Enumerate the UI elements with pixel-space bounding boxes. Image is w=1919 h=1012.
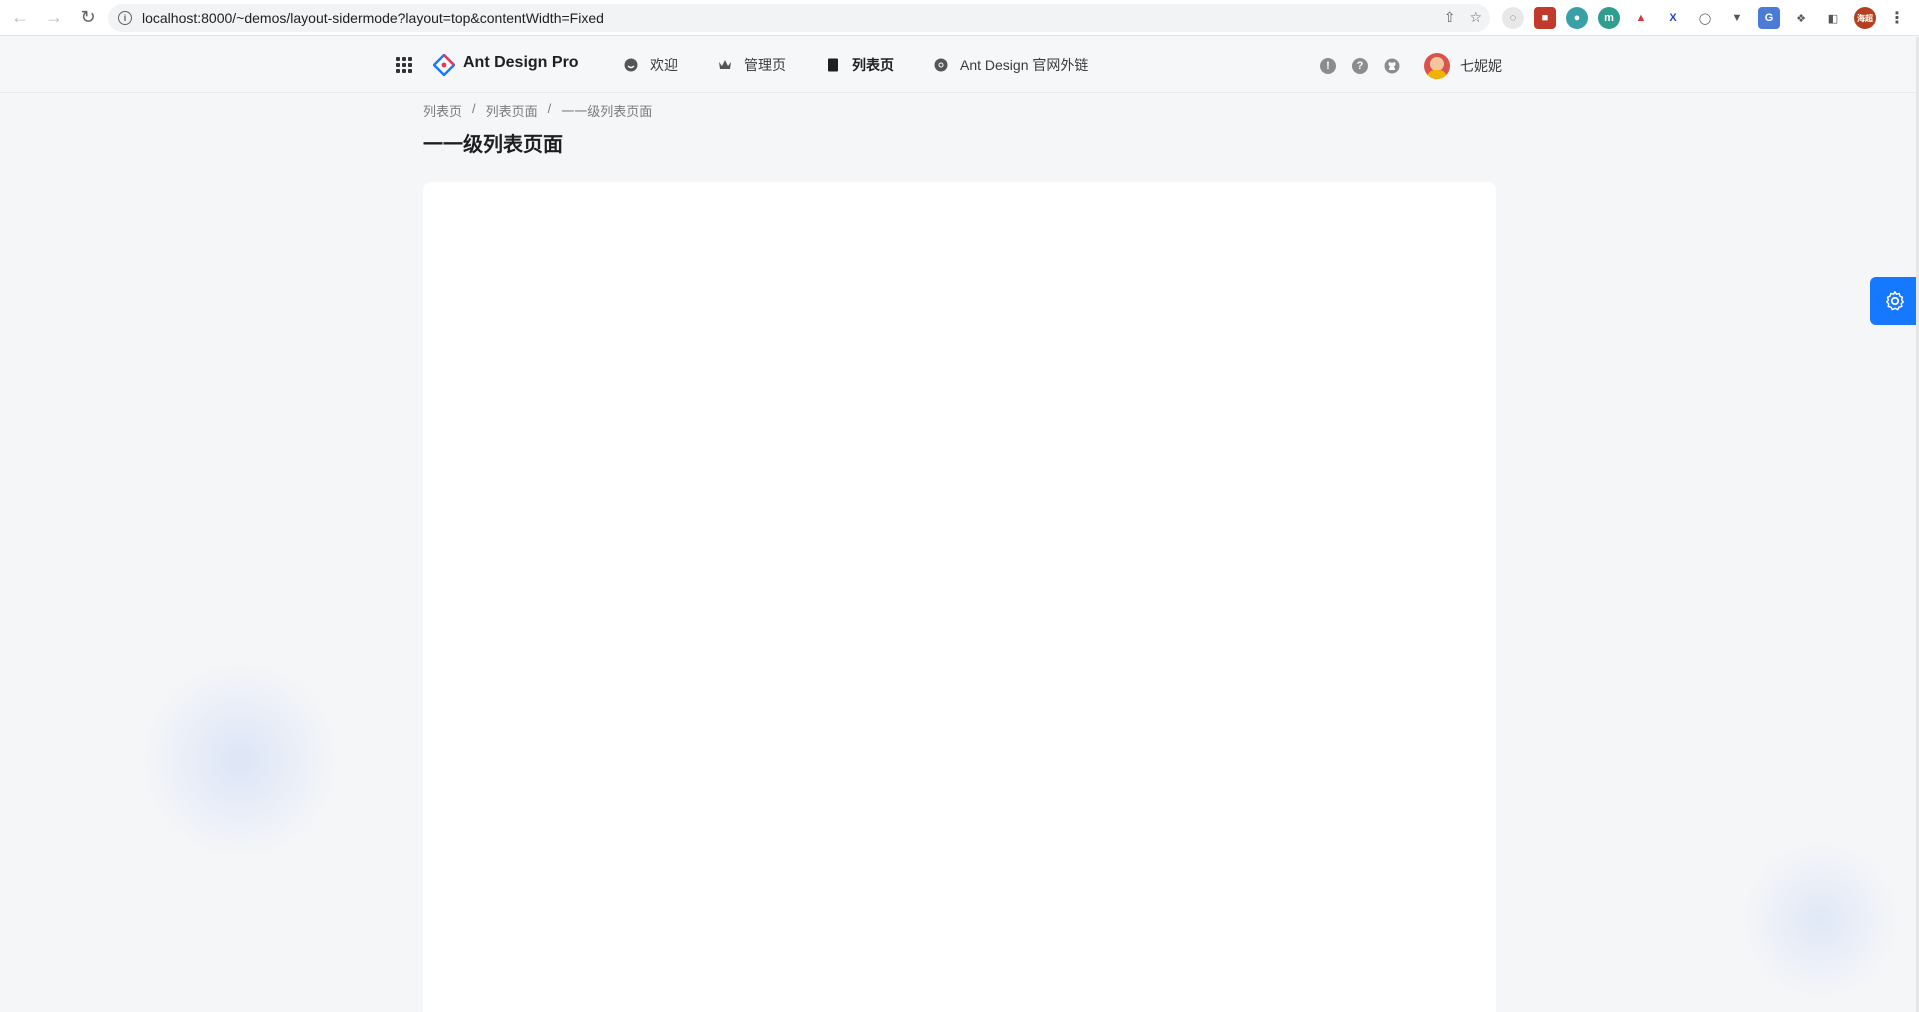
bookmark-star-icon[interactable]: ☆ <box>1469 9 1482 26</box>
url-text: localhost:8000/~demos/layout-sidermode?l… <box>142 10 604 26</box>
extension-icon-6[interactable]: X <box>1662 7 1684 29</box>
background-glow <box>140 660 340 860</box>
site-info-icon[interactable]: i <box>118 11 132 25</box>
background-glow <box>1740 840 1900 1000</box>
question-icon[interactable]: ? <box>1352 58 1368 74</box>
breadcrumb-item[interactable]: 列表页 <box>423 101 462 120</box>
page-title: 一一级列表页面 <box>423 134 563 156</box>
extensions-bar: ◌ ■ ● m ▲ X ◯ ▼ G ❖ ◧ 海超 ⋮ <box>1502 7 1908 29</box>
extension-icon-7[interactable]: ◯ <box>1694 7 1716 29</box>
breadcrumb-separator: / <box>472 101 476 116</box>
smile-icon <box>624 58 638 72</box>
extension-icon-1[interactable]: ◌ <box>1502 7 1524 29</box>
menu-item-welcome[interactable]: 欢迎 <box>624 55 678 75</box>
menu-item-admin[interactable]: 管理页 <box>718 55 786 75</box>
profile-avatar[interactable]: 海超 <box>1854 7 1876 29</box>
settings-drawer-button[interactable] <box>1870 277 1919 325</box>
translate-extension-icon[interactable]: G <box>1758 7 1780 29</box>
menu-item-label: 欢迎 <box>650 57 678 73</box>
username[interactable]: 七妮妮 <box>1460 56 1502 76</box>
breadcrumb-item[interactable]: 列表页面 <box>486 101 538 120</box>
menu-item-label: 列表页 <box>852 57 894 73</box>
extension-icon-3[interactable]: ● <box>1566 7 1588 29</box>
crown-icon <box>718 58 732 72</box>
more-vert-icon[interactable]: ⋮ <box>1886 7 1908 29</box>
app-header: Ant Design Pro 欢迎 管理页 列表页 Ant Design 官网外… <box>0 37 1919 93</box>
github-icon[interactable] <box>1384 58 1400 74</box>
apps-grid-icon[interactable] <box>396 57 412 73</box>
ant-design-logo-icon[interactable] <box>433 54 455 76</box>
breadcrumb-item-current: 一一级列表页面 <box>561 104 653 119</box>
content-card <box>423 182 1496 1012</box>
address-bar[interactable]: i localhost:8000/~demos/layout-sidermode… <box>108 4 1490 32</box>
gear-icon <box>1885 291 1904 311</box>
top-menu: 欢迎 管理页 列表页 Ant Design 官网外链 <box>624 37 1128 93</box>
info-icon[interactable]: ! <box>1320 58 1336 74</box>
puzzle-icon[interactable]: ❖ <box>1790 7 1812 29</box>
sidebar-toggle-icon[interactable]: ◧ <box>1822 7 1844 29</box>
extension-icon-4[interactable]: m <box>1598 7 1620 29</box>
forward-button[interactable]: → <box>40 4 68 32</box>
menu-item-external-link[interactable]: Ant Design 官网外链 <box>934 55 1088 75</box>
avatar[interactable] <box>1424 53 1450 79</box>
reload-button[interactable]: ↻ <box>74 4 102 32</box>
share-icon[interactable]: ⇧ <box>1444 9 1456 26</box>
extension-icon-2[interactable]: ■ <box>1534 7 1556 29</box>
extension-icon-8[interactable]: ▼ <box>1726 7 1748 29</box>
table-icon <box>826 58 840 72</box>
background-pattern <box>0 870 330 1012</box>
browser-toolbar: ← → ↻ i localhost:8000/~demos/layout-sid… <box>0 0 1919 36</box>
breadcrumb-separator: / <box>547 101 552 116</box>
menu-item-label: Ant Design 官网外链 <box>960 57 1089 73</box>
extension-icon-5[interactable]: ▲ <box>1630 7 1652 29</box>
brand-title[interactable]: Ant Design Pro <box>463 54 579 72</box>
header-actions: ! ? 七妮妮 <box>1320 53 1502 79</box>
menu-item-label: 管理页 <box>744 57 786 73</box>
menu-item-list[interactable]: 列表页 <box>826 55 894 75</box>
breadcrumb: 列表页 / 列表页面 / 一一级列表页面 <box>423 101 652 120</box>
back-button[interactable]: ← <box>6 4 34 32</box>
chrome-icon <box>934 58 948 72</box>
